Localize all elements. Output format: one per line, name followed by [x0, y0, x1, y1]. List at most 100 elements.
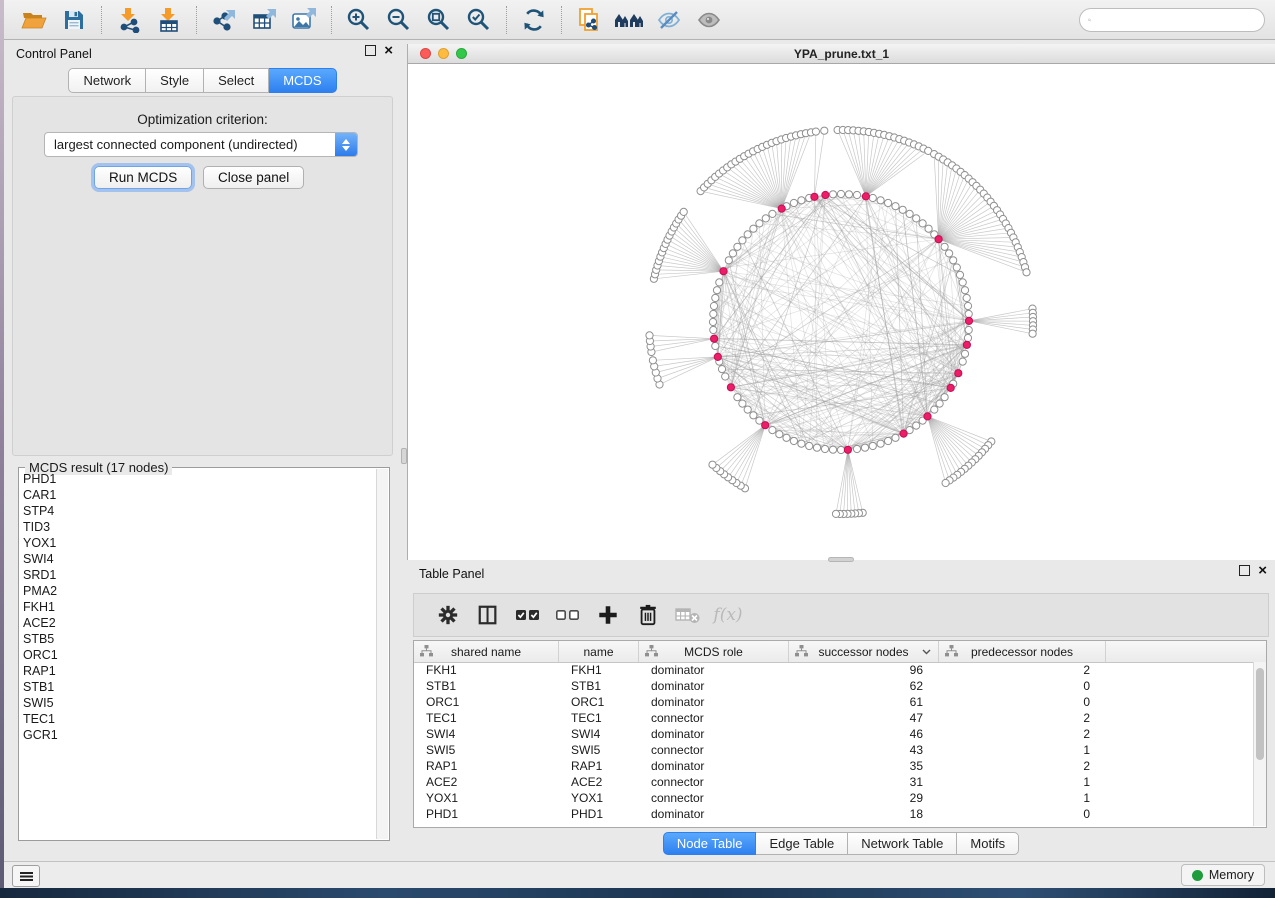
graph-hub-node[interactable]	[965, 317, 972, 324]
table-body[interactable]: FKH1FKH1dominator962STB1STB1dominator620…	[414, 662, 1254, 827]
graph-node[interactable]	[959, 358, 966, 365]
show-columns-icon[interactable]	[468, 598, 508, 632]
mcds-result-item[interactable]: ORC1	[19, 647, 377, 663]
mcds-result-item[interactable]: PMA2	[19, 583, 377, 599]
graph-node[interactable]	[964, 334, 971, 341]
table-row[interactable]: TEC1TEC1connector472	[414, 710, 1254, 726]
graph-hub-node[interactable]	[963, 341, 970, 348]
graph-node[interactable]	[756, 220, 763, 227]
graph-node[interactable]	[936, 400, 943, 407]
graph-hub-node[interactable]	[711, 335, 718, 342]
graph-node[interactable]	[1029, 330, 1036, 337]
mcds-list-scrollbar[interactable]	[376, 469, 388, 839]
graph-node[interactable]	[798, 440, 805, 447]
graph-hub-node[interactable]	[924, 413, 931, 420]
graph-hub-node[interactable]	[762, 422, 769, 429]
mcds-result-item[interactable]: RAP1	[19, 663, 377, 679]
mcds-result-item[interactable]: FKH1	[19, 599, 377, 615]
graph-node[interactable]	[710, 326, 717, 333]
graph-node[interactable]	[812, 128, 819, 135]
graph-node[interactable]	[734, 243, 741, 250]
graph-hub-node[interactable]	[935, 236, 942, 243]
graph-node[interactable]	[869, 442, 876, 449]
select-all-icon[interactable]	[508, 598, 548, 632]
graph-node[interactable]	[961, 287, 968, 294]
graph-node[interactable]	[1023, 269, 1030, 276]
graph-node[interactable]	[813, 444, 820, 451]
graph-node[interactable]	[712, 342, 719, 349]
search-input[interactable]	[1097, 12, 1256, 28]
graph-node[interactable]	[965, 310, 972, 317]
graph-node[interactable]	[709, 461, 716, 468]
graph-hub-node[interactable]	[714, 353, 721, 360]
graph-node[interactable]	[769, 210, 776, 217]
function-builder-icon[interactable]: f(x)	[708, 598, 748, 632]
mcds-result-item[interactable]: SWI5	[19, 695, 377, 711]
table-row[interactable]: SWI5SWI5connector431	[414, 742, 1254, 758]
mcds-result-item[interactable]: GCR1	[19, 727, 377, 743]
graph-node[interactable]	[739, 400, 746, 407]
graph-hub-node[interactable]	[720, 268, 727, 275]
graph-node[interactable]	[821, 127, 828, 134]
table-row[interactable]: YOX1YOX1connector291	[414, 790, 1254, 806]
graph-node[interactable]	[750, 412, 757, 419]
graph-node[interactable]	[913, 422, 920, 429]
graph-node[interactable]	[892, 434, 899, 441]
graph-node[interactable]	[941, 243, 948, 250]
graph-node[interactable]	[829, 446, 836, 453]
column-header-mcds-role[interactable]: MCDS role	[639, 641, 789, 662]
show-all-eye-icon[interactable]	[689, 3, 729, 37]
hide-selected-eye-icon[interactable]	[649, 3, 689, 37]
graph-node[interactable]	[845, 191, 852, 198]
graph-node[interactable]	[710, 310, 717, 317]
column-header-successor-nodes[interactable]: successor nodes	[789, 641, 939, 662]
table-scrollbar[interactable]	[1253, 662, 1266, 826]
float-table-panel-icon[interactable]	[1239, 565, 1250, 576]
graph-node[interactable]	[919, 220, 926, 227]
graph-node[interactable]	[925, 225, 932, 232]
zoom-selected-icon[interactable]	[459, 3, 499, 37]
graph-node[interactable]	[946, 250, 953, 257]
tab-style[interactable]: Style	[146, 68, 204, 93]
graph-node[interactable]	[718, 366, 725, 373]
task-history-button[interactable]	[12, 865, 40, 887]
graph-node[interactable]	[877, 440, 884, 447]
table-row[interactable]: PHD1PHD1dominator180	[414, 806, 1254, 822]
graph-node[interactable]	[885, 199, 892, 206]
first-neighbors-icon[interactable]	[609, 3, 649, 37]
graph-node[interactable]	[913, 215, 920, 222]
scrollbar-thumb[interactable]	[1256, 668, 1264, 760]
settings-gear-icon[interactable]	[428, 598, 468, 632]
graph-node[interactable]	[744, 231, 751, 238]
mcds-result-list[interactable]: PHD1CAR1STP4TID3YOX1SWI4SRD1PMA2FKH1ACE2…	[19, 471, 377, 840]
mcds-result-item[interactable]: YOX1	[19, 535, 377, 551]
graph-node[interactable]	[790, 437, 797, 444]
import-table-icon[interactable]	[149, 3, 189, 37]
column-header-name[interactable]: name	[559, 641, 639, 662]
mcds-result-item[interactable]: TEC1	[19, 711, 377, 727]
graph-node[interactable]	[956, 271, 963, 278]
graph-node[interactable]	[744, 406, 751, 413]
graph-node[interactable]	[710, 302, 717, 309]
graph-node[interactable]	[861, 444, 868, 451]
graph-node[interactable]	[853, 191, 860, 198]
memory-button[interactable]: Memory	[1181, 864, 1265, 886]
save-icon[interactable]	[54, 3, 94, 37]
tab-network[interactable]: Network	[68, 68, 146, 93]
zoom-out-icon[interactable]	[379, 3, 419, 37]
mcds-result-item[interactable]: PHD1	[19, 471, 377, 487]
graph-node[interactable]	[829, 191, 836, 198]
graph-node[interactable]	[750, 225, 757, 232]
mcds-result-item[interactable]: STB5	[19, 631, 377, 647]
graph-node[interactable]	[837, 190, 844, 197]
zoom-in-icon[interactable]	[339, 3, 379, 37]
float-panel-icon[interactable]	[365, 45, 376, 56]
export-network-icon[interactable]	[204, 3, 244, 37]
graph-hub-node[interactable]	[900, 430, 907, 437]
graph-node[interactable]	[885, 437, 892, 444]
mcds-result-item[interactable]: TID3	[19, 519, 377, 535]
graph-node[interactable]	[680, 208, 687, 215]
graph-node[interactable]	[959, 279, 966, 286]
graph-node[interactable]	[783, 434, 790, 441]
graph-node[interactable]	[712, 294, 719, 301]
